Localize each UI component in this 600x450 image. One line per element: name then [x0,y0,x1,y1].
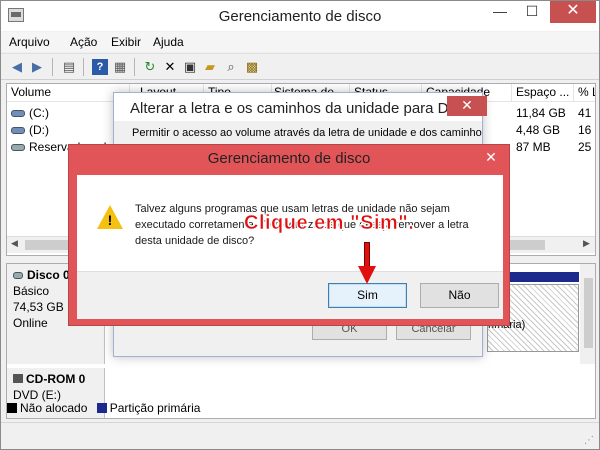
cdrom-name: CD-ROM 0 [13,371,104,387]
annotation-arrow-shaft [364,242,370,268]
help-icon[interactable]: ? [92,59,108,75]
no-button[interactable]: Não [420,283,499,308]
toolbar-separator [134,58,135,76]
drive-icon [11,110,25,118]
maximize-button[interactable]: ☐ [518,1,546,23]
menu-arquivo[interactable]: Arquivo [9,35,50,49]
confirm-dialog-title: Gerenciamento de disco [207,150,371,167]
menu-ajuda[interactable]: Ajuda [153,35,184,49]
scroll-left-icon[interactable]: ◀ [11,238,18,249]
free-space-cell: 11,84 GB [516,106,566,120]
free-space-cell: 87 MB [516,140,551,154]
dialog-description: Permitir o acesso ao volume através da l… [132,127,482,139]
tutorial-annotation: Clique em "Sim". [244,212,415,235]
table-row[interactable]: (C:) [11,105,49,121]
scroll-right-icon[interactable]: ▶ [583,238,590,249]
forward-icon[interactable]: ▶ [29,59,45,75]
scrollbar-thumb[interactable] [584,278,593,348]
properties-icon[interactable]: ▦ [112,59,128,75]
drive-icon [11,144,25,152]
legend-primary: Partição primária [109,401,201,415]
legend-unallocated: Não alocado [20,401,88,415]
dialog-title: Alterar a letra e os caminhos da unidade… [130,100,467,117]
drive-icon [11,127,25,135]
toolbar: ◀ ▶ ▤ ? ▦ ↻ ✕ ▣ ▰ ⌕ ▩ [1,53,599,80]
legend: Não alocado Partição primária [7,401,200,415]
confirm-close-button[interactable]: ✕ [479,149,503,167]
column-header-espaco[interactable]: Espaço ... [512,84,574,102]
column-header-volume[interactable]: Volume [7,84,130,102]
status-bar [1,422,599,449]
new-folder-icon[interactable]: ▣ [182,59,198,75]
toolbar-separator [52,58,53,76]
confirm-dialog: Gerenciamento de disco ✕ ! Talvez alguns… [68,144,510,326]
menu-bar: Arquivo Ação Exibir Ajuda [1,32,599,52]
legend-swatch-primary [96,403,107,413]
refresh-icon[interactable]: ↻ [142,59,158,75]
toolbar-separator [83,58,84,76]
table-row[interactable]: (D:) [11,122,49,138]
annotation-arrow-icon [358,266,376,284]
legend-swatch-unallocated [7,403,17,413]
warning-icon-mark: ! [107,212,113,228]
open-folder-icon[interactable]: ▰ [202,59,218,75]
menu-exibir[interactable]: Exibir [111,35,141,49]
vertical-scrollbar[interactable] [580,264,595,364]
volume-name: (C:) [29,106,49,120]
minimize-button[interactable]: — [486,1,514,23]
pct-free-cell: 25 [578,140,592,154]
yes-button[interactable]: Sim [328,283,407,308]
search-icon[interactable]: ⌕ [223,59,239,75]
free-space-cell: 4,48 GB [516,123,561,137]
rescan-icon[interactable]: ▩ [244,59,260,75]
menu-acao[interactable]: Ação [70,35,97,49]
disk-icon [13,272,23,280]
back-icon[interactable]: ◀ [9,59,25,75]
dialog-title-bar: Alterar a letra e os caminhos da unidade… [114,93,482,121]
dialog-close-button[interactable]: ✕ [447,96,487,116]
resize-grip-icon[interactable]: ⋰ [584,435,594,446]
confirm-dialog-body: ! Talvez alguns programas que usam letra… [77,175,503,319]
close-button[interactable]: ✕ [550,1,596,23]
view-icon[interactable]: ▤ [61,59,77,75]
pct-free-cell: 41 [578,106,592,120]
delete-icon[interactable]: ✕ [162,59,178,75]
title-bar: Gerenciamento de disco — ☐ ✕ [1,1,599,31]
volume-name: (D:) [29,123,49,137]
pct-free-cell: 16 [578,123,592,137]
column-header-pct-livre[interactable]: % L [574,84,595,102]
cdrom-icon [13,374,23,383]
